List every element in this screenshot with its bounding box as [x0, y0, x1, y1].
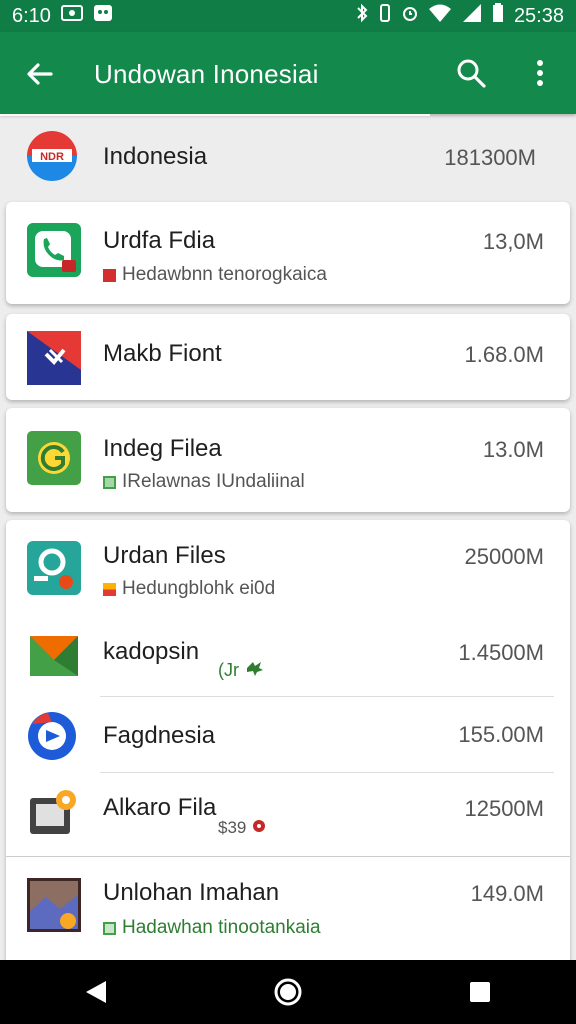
list-item[interactable]: Unlohan Imahan 149.0M Hadawhan tinootank… — [6, 857, 570, 960]
item-subtitle: $39 — [218, 818, 266, 838]
file-list: NDR Indonesia 181300M Urdfa Fdia 13,0M H… — [0, 116, 576, 960]
more-vert-icon[interactable] — [526, 54, 554, 92]
list-item[interactable]: Urdan Files 25000M Hedungblohk ei0d — [6, 520, 570, 618]
signal-icon — [462, 3, 482, 29]
notification-icon — [93, 4, 113, 28]
item-subtitle: Hedungblohk ei0d — [103, 578, 275, 600]
item-size: 13,0M — [482, 229, 544, 254]
vibrate-icon — [378, 3, 392, 29]
alarm-icon — [402, 3, 418, 29]
svg-text:NDR: NDR — [40, 151, 64, 163]
status-bar: 6:10 25:38 — [0, 0, 576, 32]
item-name: Indeg Filea — [103, 435, 222, 462]
phone-app-icon — [26, 222, 82, 278]
item-name: Unlohan Imahan — [103, 879, 280, 906]
item-size: 155.00M — [458, 722, 544, 747]
list-item[interactable]: Urdfa Fdia 13,0M Hedawbnn tenorogkaica — [6, 202, 570, 304]
item-size: 149.0M — [470, 881, 544, 906]
item-subtitle: Hadawhan tinootankaia — [103, 917, 321, 939]
item-subtitle: Hedawbnn tenorogkaica — [103, 264, 327, 286]
item-size: 25000M — [464, 544, 544, 569]
status-time-left: 6:10 — [12, 4, 51, 27]
list-item[interactable]: Makb Fiont 1.68.0M — [6, 314, 570, 400]
item-name: Urdfa Fdia — [103, 227, 216, 254]
item-size: 1.4500M — [458, 640, 544, 665]
maps-app-icon — [26, 710, 78, 762]
item-name: Alkaro Fila — [103, 794, 217, 821]
bluetooth-icon — [356, 3, 368, 29]
item-name: Urdan Files — [103, 542, 226, 569]
row-divider — [100, 696, 554, 697]
app-bar: Undowan Inonesiai — [0, 32, 576, 114]
orange-badge-icon — [103, 582, 116, 596]
nav-home-icon[interactable] — [258, 962, 318, 1022]
arrow-back-icon[interactable] — [22, 56, 58, 92]
page-title: Undowan Inonesiai — [94, 59, 319, 89]
item-size: 12500M — [464, 796, 544, 821]
item-size: 13.0M — [482, 437, 544, 462]
indonesia-flag-icon: NDR — [26, 130, 78, 182]
row-divider — [100, 772, 554, 773]
green-badge-icon — [103, 921, 116, 935]
slides-app-icon — [28, 788, 80, 840]
item-name: Makb Fiont — [103, 340, 222, 367]
list-item[interactable]: kadopsin 1.4500M (Jr — [6, 618, 570, 698]
battery-icon — [492, 3, 504, 29]
green-badge-icon — [103, 475, 116, 489]
list-item[interactable]: Fagdnesia 155.00M — [6, 698, 570, 774]
item-name: Indonesia — [103, 143, 208, 170]
play-app-icon — [28, 630, 80, 682]
red-dot-icon — [252, 818, 266, 838]
item-subtitle: (Jr — [218, 660, 265, 681]
files-app-icon — [26, 540, 82, 596]
nav-recents-icon[interactable] — [450, 962, 510, 1022]
nav-back-icon[interactable] — [66, 962, 126, 1022]
item-size: 1.68.0M — [464, 342, 545, 367]
red-badge-icon — [103, 268, 116, 282]
g-app-icon — [26, 430, 82, 486]
status-time-right: 25:38 — [513, 4, 564, 27]
list-item[interactable]: Indeg Filea 13.0M IRelawnas IUndaliinal — [6, 408, 570, 512]
wifi-icon — [428, 3, 452, 29]
search-icon[interactable] — [452, 54, 490, 92]
item-size: 181300M — [444, 145, 536, 170]
item-name: kadopsin — [103, 638, 200, 665]
photo-icon — [60, 4, 83, 28]
list-item[interactable]: NDR Indonesia 181300M — [0, 116, 576, 196]
item-subtitle: IRelawnas IUndaliinal — [103, 471, 305, 493]
leaf-icon — [245, 660, 265, 681]
list-item[interactable]: Alkaro Fila 12500M $39 — [6, 774, 570, 856]
mail-app-icon — [26, 330, 82, 386]
item-name: Fagdnesia — [103, 722, 216, 749]
photo-app-icon — [26, 877, 82, 933]
system-nav-bar — [0, 960, 576, 1024]
